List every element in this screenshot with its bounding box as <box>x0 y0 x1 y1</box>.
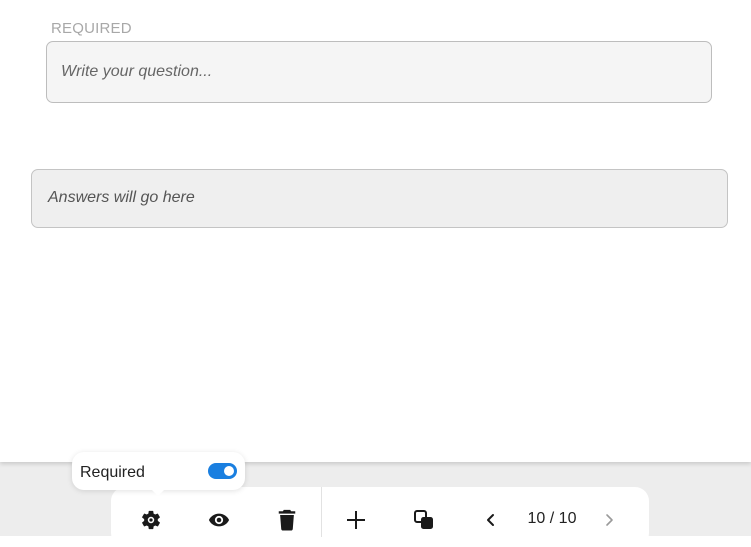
required-toggle-label: Required <box>80 464 145 481</box>
required-label: REQUIRED <box>51 20 132 37</box>
answers-placeholder: Answers will go here <box>31 169 728 228</box>
plus-icon <box>346 510 366 530</box>
delete-button[interactable] <box>272 505 302 535</box>
question-canvas: REQUIRED Answers will go here <box>0 0 751 462</box>
chevron-right-icon <box>602 513 616 527</box>
question-input[interactable] <box>46 41 712 103</box>
preview-button[interactable] <box>204 505 234 535</box>
question-toolbar: 10 / 10 <box>111 487 649 547</box>
add-question-button[interactable] <box>341 505 371 535</box>
next-page-button[interactable] <box>594 505 624 535</box>
previous-page-button[interactable] <box>476 505 506 535</box>
duplicate-button[interactable] <box>409 505 439 535</box>
required-popover: Required <box>72 452 245 496</box>
required-toggle[interactable] <box>208 463 237 479</box>
gear-icon <box>140 509 162 531</box>
trash-icon <box>277 509 297 531</box>
toolbar-divider <box>321 487 322 537</box>
eye-icon <box>208 509 230 531</box>
toggle-knob <box>224 466 234 476</box>
duplicate-icon <box>413 509 435 531</box>
page-counter: 10 / 10 <box>527 510 577 527</box>
chevron-left-icon <box>484 513 498 527</box>
settings-button[interactable] <box>136 505 166 535</box>
popover-tail <box>150 488 166 496</box>
